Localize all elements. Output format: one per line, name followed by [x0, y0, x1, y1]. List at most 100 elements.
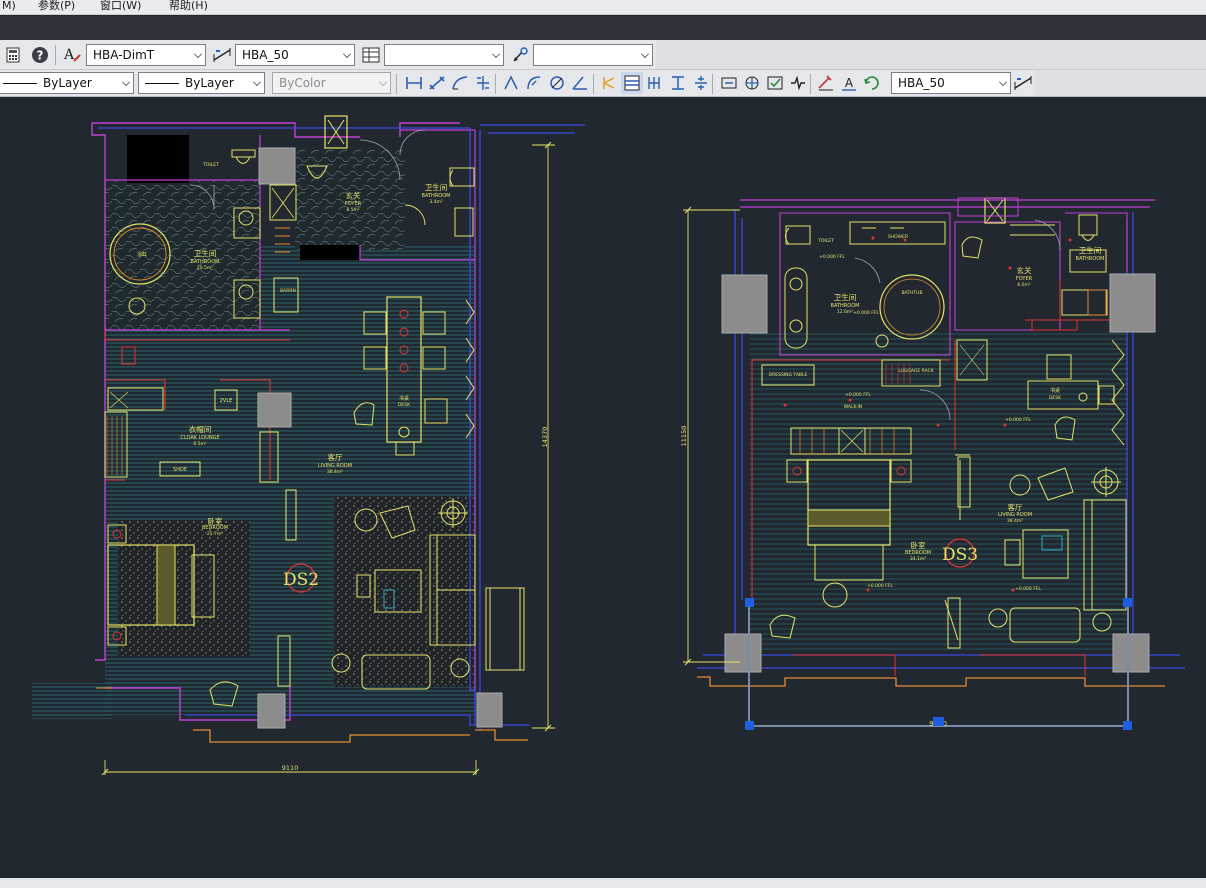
center-mark-icon[interactable] [741, 72, 763, 94]
room-label-cn: 玄关 [346, 190, 361, 200]
properties-dimension-toolbar: ByLayer ByLayer ByColor A HBA_50 [0, 70, 1206, 97]
menu-item-help[interactable]: 帮助(H) [169, 0, 208, 11]
room-label-cn: 客厅 [328, 452, 343, 462]
space-icon[interactable] [667, 72, 689, 94]
grip-handle[interactable] [933, 717, 944, 726]
dim-style-icon[interactable] [211, 44, 233, 66]
room-label-cn: 卫生间 [194, 248, 217, 258]
autocad-window: M) 参数(P) 窗口(W) 帮助(H) ? A HBA-DimT HBA_50 [0, 0, 1206, 888]
menu-item-window[interactable]: 窗口(W) [100, 0, 141, 11]
lineweight-select[interactable]: ByLayer [138, 72, 265, 94]
baseline-icon[interactable] [621, 72, 643, 94]
bathroom-stone-floor [105, 180, 260, 330]
text-style-value: HBA-DimT [93, 48, 155, 62]
closet-block [127, 135, 189, 183]
column [721, 274, 768, 334]
room-label-en: DESK [1049, 395, 1062, 401]
quick-dim-icon[interactable] [598, 72, 620, 94]
room-label-en: BATHROOM [831, 303, 860, 309]
room-area: 8.5m² [346, 207, 360, 213]
lineweight-value: ByLayer [185, 76, 234, 90]
room-label-en: FOYER [1016, 276, 1033, 282]
level-label: +0.000 FFL [1015, 586, 1041, 592]
linetype-value: ByLayer [43, 76, 92, 90]
dim-style-manager-icon[interactable] [1012, 72, 1034, 94]
room-label-en: BEDROOM [905, 550, 931, 556]
styles-toolbar: ? A HBA-DimT HBA_50 [0, 40, 1206, 70]
tolerance-icon[interactable] [718, 72, 740, 94]
dimension-height: 14370 [541, 427, 549, 448]
dim-style-select-2[interactable]: HBA_50 [891, 72, 1011, 94]
level-label: +0.000 FFL [1005, 417, 1031, 423]
edit-dim-icon[interactable] [815, 72, 837, 94]
room-label-en: FOYER [345, 201, 362, 207]
fixture-label: SHOWER [888, 234, 908, 240]
room-area: 6.0m² [1017, 282, 1031, 288]
cad-drawing[interactable]: DS2 卫生间 BATHROOM 20.5m² 玄关 FOYER 8.5m² 卫… [0, 97, 1206, 888]
fixture-label: TOILET [817, 238, 834, 244]
toolbar-separator [396, 74, 397, 94]
fixture-label: SHOE [173, 467, 187, 473]
jogged-icon[interactable] [523, 72, 545, 94]
calculator-icon[interactable] [2, 44, 24, 66]
level-label: +0.000 FFL [867, 583, 893, 589]
arc-length-icon[interactable] [449, 72, 471, 94]
fixture-label: 浴缸 [137, 251, 147, 258]
chevron-down-icon [492, 50, 500, 58]
table-style-select[interactable] [384, 44, 504, 66]
toolbar-separator [495, 74, 496, 94]
chevron-down-icon [194, 50, 202, 58]
ordinate-icon[interactable] [472, 72, 494, 94]
angular-icon[interactable] [569, 72, 591, 94]
column [258, 147, 296, 185]
aligned-dim-icon[interactable] [426, 72, 448, 94]
linetype-select[interactable]: ByLayer [0, 72, 134, 94]
text-style-icon[interactable]: A [62, 44, 84, 66]
room-label-cn: 玄关 [1017, 265, 1033, 275]
help-icon[interactable]: ? [29, 44, 51, 66]
linear-dim-icon[interactable] [403, 72, 425, 94]
edit-text-icon[interactable]: A [838, 72, 860, 94]
column [1112, 633, 1150, 673]
room-label-cn: 衣帽间 [189, 424, 212, 434]
text-style-select[interactable]: HBA-DimT [86, 44, 206, 66]
grip-handle[interactable] [745, 721, 754, 730]
multileader-style-select[interactable] [533, 44, 653, 66]
room-label-cn: 书桌 [399, 395, 409, 402]
grip-handle[interactable] [1123, 721, 1132, 730]
room-label-en: LIVING ROOM [318, 463, 352, 469]
menu-item-modify[interactable]: M) [2, 0, 16, 11]
table-style-icon[interactable] [360, 44, 382, 66]
break-icon[interactable] [690, 72, 712, 94]
plan-tag: DS2 [283, 570, 319, 590]
dim-style-select[interactable]: HBA_50 [235, 44, 355, 66]
menu-bar: M) 参数(P) 窗口(W) 帮助(H) [0, 0, 1206, 15]
jogged-linear-icon[interactable] [787, 72, 809, 94]
room-label-cn: 卫生间 [425, 182, 448, 192]
drawing-canvas[interactable]: DS2 卫生间 BATHROOM 20.5m² 玄关 FOYER 8.5m² 卫… [0, 97, 1206, 888]
toolbar-separator [55, 45, 56, 65]
grip-handle[interactable] [745, 598, 754, 607]
update-icon[interactable] [861, 72, 883, 94]
room-area: 12.0m² [837, 309, 853, 315]
column [257, 693, 286, 729]
room-label-en: BATHROOM [191, 259, 220, 265]
level-label: +0.000 FFL [853, 310, 879, 316]
floor-plan-ds2: DS2 卫生间 BATHROOM 20.5m² 玄关 FOYER 8.5m² 卫… [32, 115, 585, 776]
continue-icon[interactable] [644, 72, 666, 94]
room-label-en: CLOAK LOUNGE [180, 435, 219, 441]
diameter-icon[interactable] [546, 72, 568, 94]
inspect-icon[interactable] [764, 72, 786, 94]
multileader-icon[interactable] [509, 44, 531, 66]
room-label-cn: 卫生间 [834, 292, 857, 302]
toolbar-separator [810, 74, 811, 94]
room-label-en: BEDROOM [202, 525, 228, 531]
grip-handle[interactable] [1123, 598, 1132, 607]
radius-icon[interactable] [500, 72, 522, 94]
toolbar-blank-area [1034, 70, 1206, 96]
svg-text:?: ? [37, 49, 44, 63]
menu-item-parameters[interactable]: 参数(P) [38, 0, 75, 11]
plot-style-select[interactable]: ByColor [272, 72, 391, 94]
room-area: 25.7m² [207, 531, 223, 537]
column [476, 692, 503, 728]
